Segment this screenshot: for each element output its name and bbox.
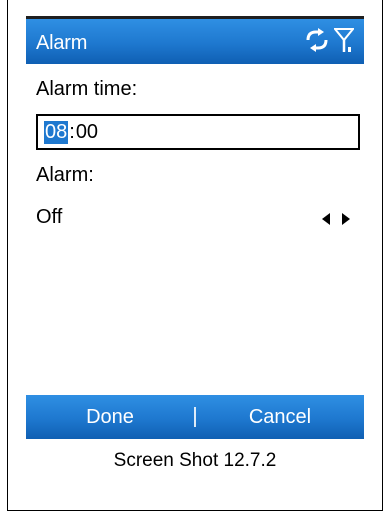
alarm-time-input[interactable]: 08:00 xyxy=(36,114,360,150)
alarm-value[interactable]: Off xyxy=(36,206,62,229)
alarm-form: Alarm time: 08:00 Alarm: Off xyxy=(26,64,364,395)
figure-caption: Screen Shot 12.7.2 xyxy=(113,450,277,471)
done-button[interactable]: Done xyxy=(26,406,194,429)
app-title: Alarm xyxy=(36,32,88,54)
title-bar: Alarm xyxy=(26,19,364,64)
alarm-time-label: Alarm time: xyxy=(36,78,138,100)
softkey-divider xyxy=(194,407,196,427)
softkey-bar: Done Cancel xyxy=(26,395,364,439)
left-arrow-icon[interactable] xyxy=(322,212,330,230)
time-hours-field[interactable]: 08 xyxy=(44,120,69,144)
connectivity-icon xyxy=(304,28,330,52)
alarm-label: Alarm: xyxy=(36,164,94,186)
time-minutes-field[interactable]: 00 xyxy=(76,121,98,144)
alarm-picker-arrows[interactable] xyxy=(322,212,350,230)
right-arrow-icon[interactable] xyxy=(342,212,350,230)
cancel-button[interactable]: Cancel xyxy=(196,406,364,429)
time-separator: : xyxy=(69,120,75,143)
status-icons xyxy=(304,27,354,53)
signal-strength-icon xyxy=(334,27,354,53)
